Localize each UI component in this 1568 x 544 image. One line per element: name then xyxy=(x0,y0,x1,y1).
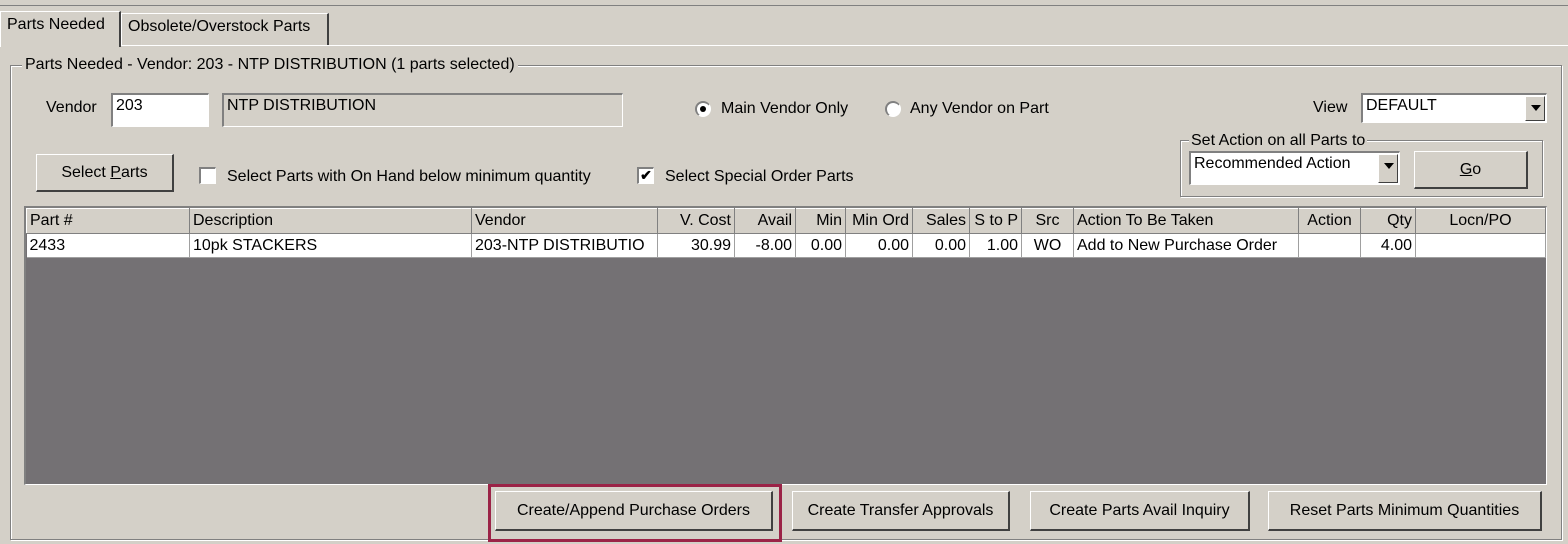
cell-action-to-be-taken[interactable]: Add to New Purchase Order xyxy=(1073,233,1299,258)
cell-vendor-cost[interactable]: 30.99 xyxy=(657,233,735,258)
special-order-label[interactable]: Select Special Order Parts xyxy=(665,168,854,186)
set-action-value: Recommended Action xyxy=(1194,155,1351,172)
go-button[interactable]: Go xyxy=(1414,151,1528,189)
col-description[interactable]: Description xyxy=(189,208,472,234)
cell-part-number[interactable]: 2433 xyxy=(26,233,190,258)
select-parts-label: Select Parts xyxy=(61,163,148,181)
special-order-checkbox[interactable]: ✔ xyxy=(637,167,654,184)
col-s-to-p[interactable]: S to P xyxy=(969,208,1022,234)
view-label: View xyxy=(1313,99,1348,116)
table-header-row: Part # Description Vendor V. Cost Avail … xyxy=(26,208,1546,234)
group-title: Parts Needed - Vendor: 203 - NTP DISTRIB… xyxy=(22,56,518,74)
col-min-ord[interactable]: Min Ord xyxy=(845,208,913,234)
below-minimum-checkbox[interactable] xyxy=(199,167,216,184)
vendor-label: Vendor xyxy=(46,99,97,116)
parts-grid[interactable]: Part # Description Vendor V. Cost Avail … xyxy=(24,206,1547,485)
set-action-select[interactable]: Recommended Action xyxy=(1189,151,1400,185)
checkmark-icon: ✔ xyxy=(640,167,652,183)
any-vendor-on-part-label[interactable]: Any Vendor on Part xyxy=(910,100,1049,118)
main-vendor-only-radio[interactable] xyxy=(695,101,711,117)
col-action[interactable]: Action xyxy=(1298,208,1361,234)
below-minimum-label[interactable]: Select Parts with On Hand below minimum … xyxy=(227,168,591,186)
cell-sales[interactable]: 0.00 xyxy=(912,233,970,258)
tab-label: Parts Needed xyxy=(7,16,105,33)
set-action-legend: Set Action on all Parts to xyxy=(1189,132,1368,150)
main-vendor-only-label[interactable]: Main Vendor Only xyxy=(721,100,848,118)
any-vendor-on-part-radio[interactable] xyxy=(885,101,901,117)
col-locn-po[interactable]: Locn/PO xyxy=(1415,208,1546,234)
view-select-value: DEFAULT xyxy=(1366,97,1437,114)
vendor-name-field: NTP DISTRIBUTION xyxy=(222,93,623,127)
tab-parts-needed[interactable]: Parts Needed xyxy=(0,11,121,47)
cell-s-to-p[interactable]: 1.00 xyxy=(969,233,1022,258)
col-avail[interactable]: Avail xyxy=(734,208,796,234)
cell-locn-po[interactable] xyxy=(1415,233,1546,258)
tab-obsolete-overstock[interactable]: Obsolete/Overstock Parts xyxy=(121,13,329,46)
radio-selected-dot xyxy=(700,106,706,112)
chevron-down-icon[interactable] xyxy=(1525,96,1545,121)
select-parts-button[interactable]: Select Parts xyxy=(36,154,174,192)
col-action-to-be-taken[interactable]: Action To Be Taken xyxy=(1073,208,1299,234)
go-label: Go xyxy=(1459,160,1482,178)
cell-src[interactable]: WO xyxy=(1021,233,1074,258)
parts-table: Part # Description Vendor V. Cost Avail … xyxy=(26,208,1546,258)
col-qty[interactable]: Qty xyxy=(1360,208,1416,234)
col-src[interactable]: Src xyxy=(1021,208,1074,234)
cell-qty[interactable]: 4.00 xyxy=(1360,233,1416,258)
view-select[interactable]: DEFAULT xyxy=(1361,93,1547,123)
col-min[interactable]: Min xyxy=(795,208,846,234)
create-transfer-approvals-button[interactable]: Create Transfer Approvals xyxy=(792,491,1010,531)
tab-label: Obsolete/Overstock Parts xyxy=(128,18,311,35)
table-row[interactable]: 2433 10pk STACKERS 203-NTP DISTRIBUTIO 3… xyxy=(26,233,1546,258)
col-vendor-cost[interactable]: V. Cost xyxy=(657,208,735,234)
highlight-box xyxy=(488,484,782,542)
create-parts-avail-inquiry-button[interactable]: Create Parts Avail Inquiry xyxy=(1030,491,1250,531)
cell-avail[interactable]: -8.00 xyxy=(734,233,796,258)
col-part-number[interactable]: Part # xyxy=(26,208,190,234)
cell-action[interactable] xyxy=(1298,233,1361,258)
col-sales[interactable]: Sales xyxy=(912,208,970,234)
cell-min-ord[interactable]: 0.00 xyxy=(845,233,913,258)
window-top-border xyxy=(0,0,1568,6)
cell-vendor[interactable]: 203-NTP DISTRIBUTIO xyxy=(471,233,658,258)
cell-min[interactable]: 0.00 xyxy=(795,233,846,258)
vendor-code-input[interactable]: 203 xyxy=(111,93,209,127)
chevron-down-icon[interactable] xyxy=(1378,154,1398,183)
cell-description[interactable]: 10pk STACKERS xyxy=(189,233,472,258)
reset-parts-minimum-quantities-button[interactable]: Reset Parts Minimum Quantities xyxy=(1268,491,1542,531)
tab-panel-border xyxy=(0,45,1568,46)
col-vendor[interactable]: Vendor xyxy=(471,208,658,234)
